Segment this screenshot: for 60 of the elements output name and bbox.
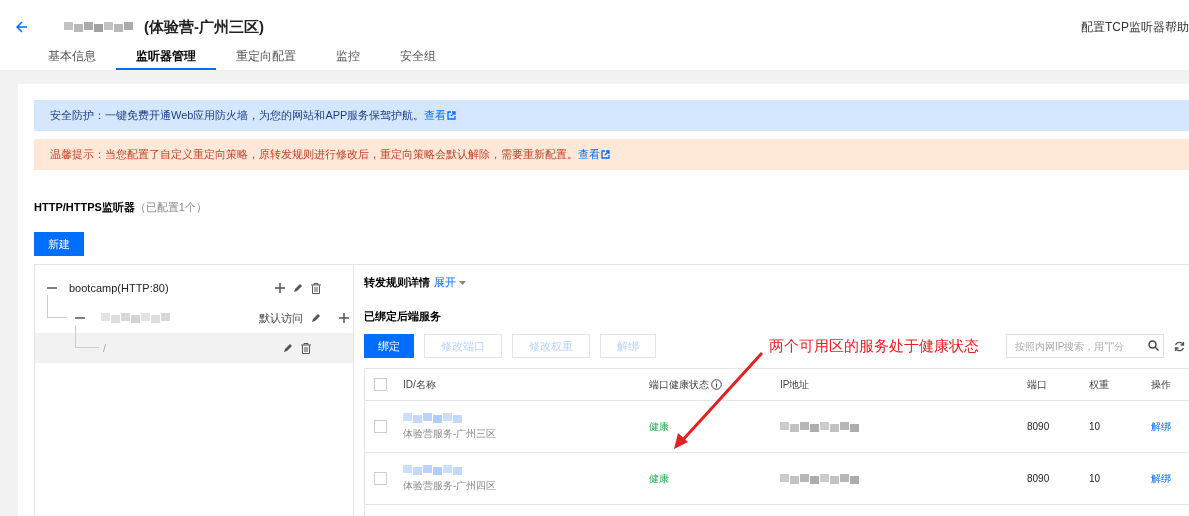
pencil-icon[interactable] — [283, 343, 293, 353]
trash-icon[interactable] — [301, 342, 311, 354]
page-title: (体验营-广州三区) — [144, 17, 264, 37]
blurred-text — [403, 412, 463, 423]
section-title: HTTP/HTTPS监听器 — [34, 200, 135, 215]
column-header: ID/名称 — [403, 377, 437, 392]
plus-icon[interactable] — [339, 313, 349, 323]
notice-text: 温馨提示：当您配置了自定义重定向策略，原转发规则进行修改后，重定向策略会默认解除，需要重新配置。 — [50, 147, 578, 162]
table-cell-text: 健康 — [649, 419, 670, 434]
default-tag: 默认访问 — [259, 310, 303, 326]
table-cell-text: 8090 — [1027, 421, 1051, 432]
tab[interactable]: 安全组 — [380, 48, 456, 70]
column-header: 端口 — [1027, 377, 1048, 392]
expand-link[interactable]: 展开 — [434, 275, 466, 290]
annotation-text: 两个可用区的服务处于健康状态 — [769, 337, 979, 354]
blurred-text — [403, 464, 463, 475]
tree-connector-line — [47, 295, 67, 318]
new-button[interactable]: 新建 — [34, 232, 84, 256]
unbind-link[interactable]: 解绑 — [1151, 471, 1189, 486]
blurred-text — [64, 22, 134, 32]
unbind-link[interactable]: 解绑 — [1151, 419, 1189, 434]
view-link[interactable]: 查看 — [578, 147, 610, 162]
external-link-icon — [447, 111, 457, 120]
checkbox[interactable] — [374, 472, 387, 485]
rules-title: 转发规则详情 — [364, 275, 430, 290]
tab[interactable]: 监听器管理 — [116, 48, 216, 70]
column-header: 操作 — [1151, 377, 1172, 392]
refresh-icon[interactable] — [1174, 340, 1185, 352]
checkbox[interactable] — [374, 420, 387, 433]
notice-text: 安全防护：一键免费开通Web应用防火墙，为您的网站和APP服务保驾护航。 — [50, 108, 425, 123]
pencil-icon[interactable] — [311, 313, 321, 323]
backend-title: 已绑定后端服务 — [364, 310, 441, 322]
search-field[interactable]: 按照内网IP搜索，用"|"分 — [1006, 334, 1164, 358]
plus-icon[interactable] — [275, 283, 285, 293]
trash-icon[interactable] — [311, 282, 321, 294]
tab[interactable]: 重定向配置 — [216, 48, 316, 70]
column-header: 权重 — [1089, 377, 1110, 392]
listener-count: （已配置1个） — [134, 200, 207, 215]
tab[interactable]: 基本信息 — [28, 48, 116, 70]
table-cell-text: 体验营服务-广州四区 — [403, 478, 498, 493]
tab[interactable]: 监控 — [316, 48, 380, 70]
view-link[interactable]: 查看 — [424, 108, 457, 123]
pencil-icon[interactable] — [293, 283, 303, 293]
caret-icon[interactable] — [459, 280, 466, 285]
table-cell-text: 10 — [1089, 421, 1102, 432]
info-icon[interactable] — [711, 379, 722, 390]
table-cell-text: 健康 — [649, 471, 670, 486]
table-cell-text: 体验营服务-广州三区 — [403, 426, 498, 441]
table-cell-text: 8090 — [1027, 473, 1051, 484]
table-cell-text: 10 — [1089, 473, 1102, 484]
search-icon[interactable] — [1148, 340, 1159, 351]
external-link-icon — [601, 150, 610, 159]
blurred-text — [101, 313, 171, 323]
column-header: IP地址 — [780, 377, 811, 392]
column-header: 端口健康状态 — [649, 377, 780, 392]
help-link[interactable]: 配置TCP监听器帮助 — [1081, 18, 1189, 36]
back-arrow-icon[interactable] — [16, 21, 28, 33]
bind-button[interactable]: 绑定 — [364, 334, 414, 358]
listener-name[interactable]: bootcamp(HTTP:80) — [69, 282, 169, 294]
checkbox[interactable] — [374, 378, 387, 391]
